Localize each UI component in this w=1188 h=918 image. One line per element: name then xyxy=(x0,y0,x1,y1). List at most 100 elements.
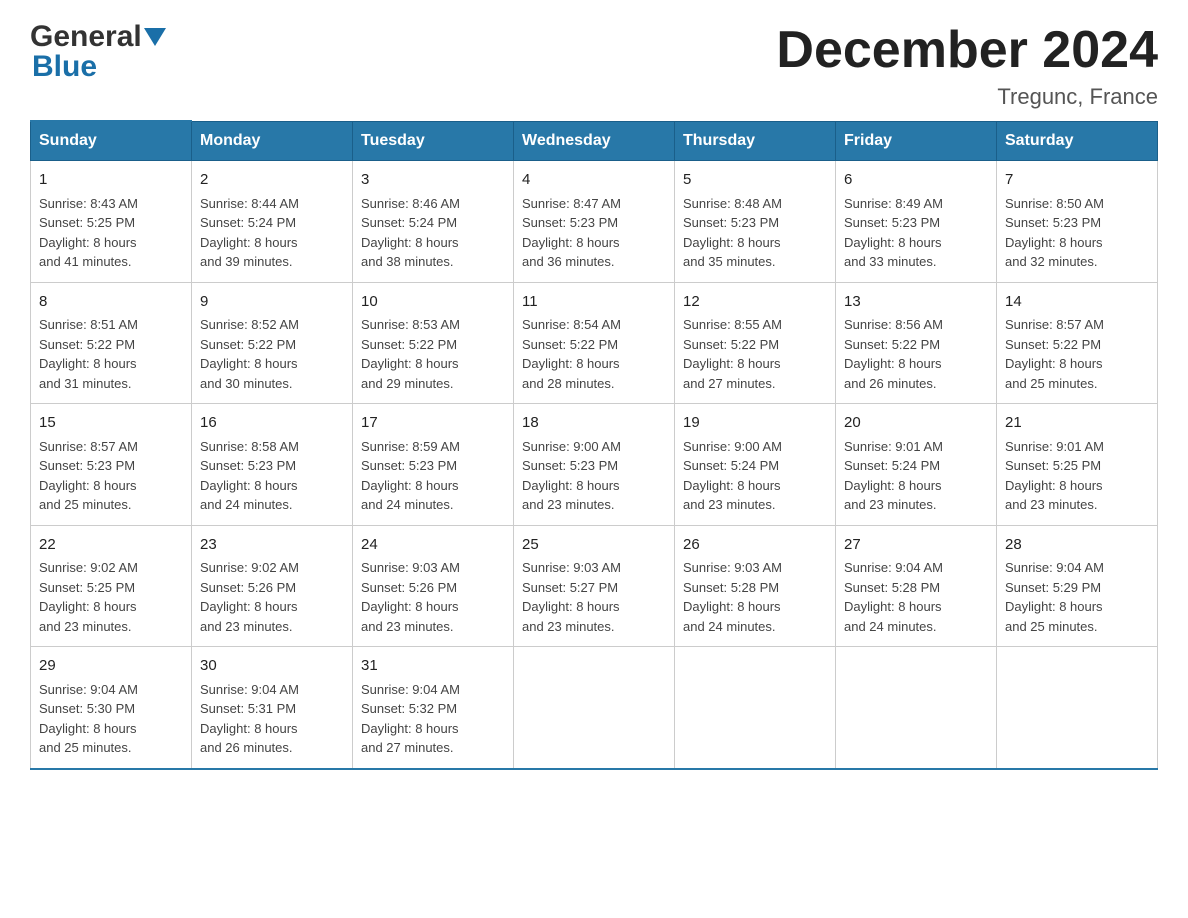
calendar-cell-2-3: 10 Sunrise: 8:53 AM Sunset: 5:22 PM Dayl… xyxy=(353,282,514,404)
day-daylight: Daylight: 8 hours xyxy=(683,478,781,493)
day-sunrise: Sunrise: 9:02 AM xyxy=(39,560,138,575)
day-sunrise: Sunrise: 8:47 AM xyxy=(522,196,621,211)
logo-general-text: General xyxy=(30,20,142,54)
day-daylight2: and 25 minutes. xyxy=(1005,619,1098,634)
logo-blue-text: Blue xyxy=(32,50,97,84)
day-sunrise: Sunrise: 9:03 AM xyxy=(361,560,460,575)
calendar-cell-2-6: 13 Sunrise: 8:56 AM Sunset: 5:22 PM Dayl… xyxy=(836,282,997,404)
day-sunset: Sunset: 5:23 PM xyxy=(522,458,618,473)
day-daylight: Daylight: 8 hours xyxy=(361,721,459,736)
day-daylight: Daylight: 8 hours xyxy=(844,356,942,371)
day-sunset: Sunset: 5:25 PM xyxy=(39,580,135,595)
day-sunset: Sunset: 5:22 PM xyxy=(1005,337,1101,352)
day-daylight: Daylight: 8 hours xyxy=(200,599,298,614)
calendar-cell-2-4: 11 Sunrise: 8:54 AM Sunset: 5:22 PM Dayl… xyxy=(514,282,675,404)
day-number: 12 xyxy=(683,291,827,314)
day-sunset: Sunset: 5:23 PM xyxy=(683,215,779,230)
day-daylight2: and 29 minutes. xyxy=(361,376,454,391)
day-sunrise: Sunrise: 8:50 AM xyxy=(1005,196,1104,211)
logo-container: General xyxy=(30,20,166,54)
day-daylight2: and 39 minutes. xyxy=(200,254,293,269)
day-daylight: Daylight: 8 hours xyxy=(683,235,781,250)
calendar-cell-4-4: 25 Sunrise: 9:03 AM Sunset: 5:27 PM Dayl… xyxy=(514,525,675,647)
day-number: 9 xyxy=(200,291,344,314)
day-number: 3 xyxy=(361,169,505,192)
day-daylight2: and 27 minutes. xyxy=(361,740,454,755)
day-sunrise: Sunrise: 8:46 AM xyxy=(361,196,460,211)
day-number: 28 xyxy=(1005,534,1149,557)
header-friday: Friday xyxy=(836,121,997,161)
calendar-cell-1-5: 5 Sunrise: 8:48 AM Sunset: 5:23 PM Dayli… xyxy=(675,161,836,283)
day-daylight: Daylight: 8 hours xyxy=(522,356,620,371)
day-number: 29 xyxy=(39,655,183,678)
day-sunrise: Sunrise: 8:59 AM xyxy=(361,439,460,454)
day-daylight: Daylight: 8 hours xyxy=(361,235,459,250)
calendar-cell-1-7: 7 Sunrise: 8:50 AM Sunset: 5:23 PM Dayli… xyxy=(997,161,1158,283)
day-daylight: Daylight: 8 hours xyxy=(683,356,781,371)
day-daylight2: and 23 minutes. xyxy=(1005,497,1098,512)
header-sunday: Sunday xyxy=(31,121,192,161)
day-number: 11 xyxy=(522,291,666,314)
day-daylight2: and 25 minutes. xyxy=(39,497,132,512)
day-sunset: Sunset: 5:23 PM xyxy=(522,215,618,230)
day-daylight2: and 23 minutes. xyxy=(522,497,615,512)
day-sunrise: Sunrise: 9:04 AM xyxy=(39,682,138,697)
day-sunset: Sunset: 5:28 PM xyxy=(683,580,779,595)
day-sunrise: Sunrise: 9:04 AM xyxy=(844,560,943,575)
day-daylight: Daylight: 8 hours xyxy=(522,235,620,250)
day-daylight2: and 23 minutes. xyxy=(844,497,937,512)
day-sunrise: Sunrise: 8:53 AM xyxy=(361,317,460,332)
main-title: December 2024 xyxy=(776,20,1158,80)
day-sunset: Sunset: 5:24 PM xyxy=(844,458,940,473)
calendar-cell-5-3: 31 Sunrise: 9:04 AM Sunset: 5:32 PM Dayl… xyxy=(353,647,514,769)
day-daylight2: and 28 minutes. xyxy=(522,376,615,391)
day-daylight2: and 41 minutes. xyxy=(39,254,132,269)
day-sunrise: Sunrise: 9:02 AM xyxy=(200,560,299,575)
calendar-cell-4-1: 22 Sunrise: 9:02 AM Sunset: 5:25 PM Dayl… xyxy=(31,525,192,647)
calendar-cell-2-7: 14 Sunrise: 8:57 AM Sunset: 5:22 PM Dayl… xyxy=(997,282,1158,404)
header-wednesday: Wednesday xyxy=(514,121,675,161)
day-number: 8 xyxy=(39,291,183,314)
days-of-week-row: Sunday Monday Tuesday Wednesday Thursday… xyxy=(31,121,1158,161)
day-sunrise: Sunrise: 8:48 AM xyxy=(683,196,782,211)
calendar-header: Sunday Monday Tuesday Wednesday Thursday… xyxy=(31,121,1158,161)
day-sunset: Sunset: 5:23 PM xyxy=(361,458,457,473)
day-sunrise: Sunrise: 9:00 AM xyxy=(522,439,621,454)
day-sunset: Sunset: 5:25 PM xyxy=(1005,458,1101,473)
day-sunrise: Sunrise: 8:58 AM xyxy=(200,439,299,454)
day-sunset: Sunset: 5:25 PM xyxy=(39,215,135,230)
day-number: 23 xyxy=(200,534,344,557)
header-saturday: Saturday xyxy=(997,121,1158,161)
calendar-cell-2-2: 9 Sunrise: 8:52 AM Sunset: 5:22 PM Dayli… xyxy=(192,282,353,404)
day-daylight2: and 25 minutes. xyxy=(1005,376,1098,391)
day-sunrise: Sunrise: 9:03 AM xyxy=(683,560,782,575)
day-number: 17 xyxy=(361,412,505,435)
header-tuesday: Tuesday xyxy=(353,121,514,161)
calendar-cell-5-4 xyxy=(514,647,675,769)
calendar-cell-4-2: 23 Sunrise: 9:02 AM Sunset: 5:26 PM Dayl… xyxy=(192,525,353,647)
day-sunrise: Sunrise: 9:01 AM xyxy=(844,439,943,454)
day-number: 10 xyxy=(361,291,505,314)
calendar-cell-5-2: 30 Sunrise: 9:04 AM Sunset: 5:31 PM Dayl… xyxy=(192,647,353,769)
calendar-cell-3-7: 21 Sunrise: 9:01 AM Sunset: 5:25 PM Dayl… xyxy=(997,404,1158,526)
day-daylight2: and 26 minutes. xyxy=(844,376,937,391)
calendar-cell-4-5: 26 Sunrise: 9:03 AM Sunset: 5:28 PM Dayl… xyxy=(675,525,836,647)
day-daylight2: and 23 minutes. xyxy=(683,497,776,512)
logo: General Blue xyxy=(30,20,166,84)
header-monday: Monday xyxy=(192,121,353,161)
day-sunset: Sunset: 5:22 PM xyxy=(39,337,135,352)
day-sunrise: Sunrise: 9:04 AM xyxy=(361,682,460,697)
day-daylight: Daylight: 8 hours xyxy=(1005,235,1103,250)
week-row-1: 1 Sunrise: 8:43 AM Sunset: 5:25 PM Dayli… xyxy=(31,161,1158,283)
day-number: 2 xyxy=(200,169,344,192)
day-daylight: Daylight: 8 hours xyxy=(200,235,298,250)
day-number: 24 xyxy=(361,534,505,557)
day-sunrise: Sunrise: 9:03 AM xyxy=(522,560,621,575)
day-daylight: Daylight: 8 hours xyxy=(39,235,137,250)
day-sunrise: Sunrise: 8:43 AM xyxy=(39,196,138,211)
day-sunset: Sunset: 5:31 PM xyxy=(200,701,296,716)
calendar-cell-4-6: 27 Sunrise: 9:04 AM Sunset: 5:28 PM Dayl… xyxy=(836,525,997,647)
day-sunset: Sunset: 5:23 PM xyxy=(200,458,296,473)
day-number: 13 xyxy=(844,291,988,314)
day-daylight: Daylight: 8 hours xyxy=(1005,599,1103,614)
